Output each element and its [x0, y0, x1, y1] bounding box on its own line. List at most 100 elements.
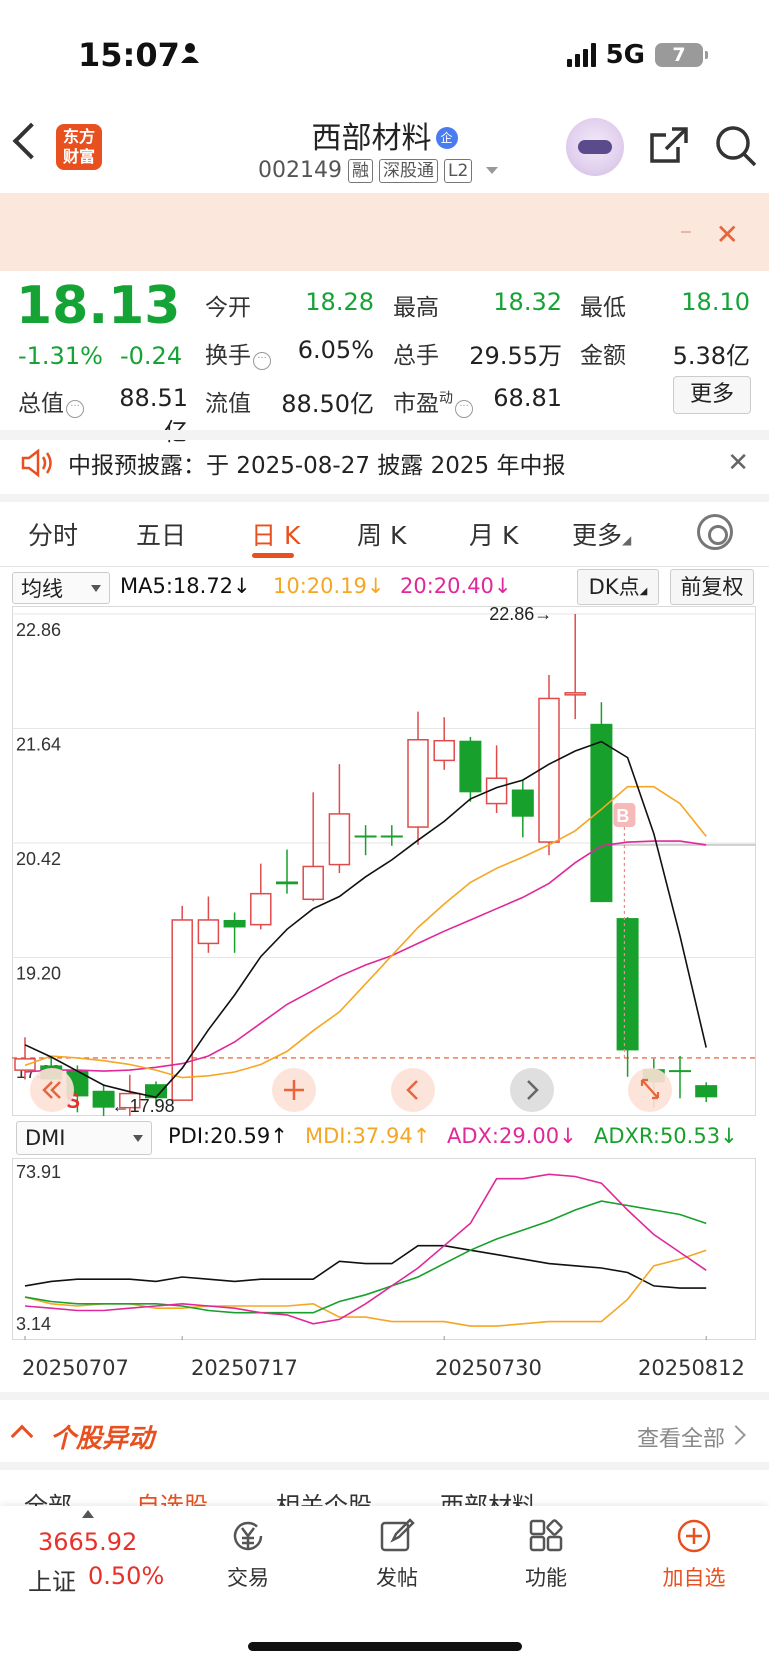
mdi-line	[24, 1249, 707, 1327]
chevron-up-icon[interactable]	[10, 1424, 34, 1448]
ma20-legend: 20:20.40↓	[400, 574, 512, 598]
x-date-1: 20250707	[22, 1356, 129, 1380]
candle-body	[250, 892, 272, 926]
close-icon[interactable]: ✕	[727, 448, 749, 478]
ma10-legend: 10:20.19↓	[273, 574, 385, 598]
pdi-legend: PDI:20.59↑	[168, 1124, 288, 1148]
kline-chart[interactable]: 22.8621.6420.4219.2017.9822.86→←17.98SB	[12, 606, 756, 1116]
grid-icon	[528, 1518, 564, 1554]
high-value: 18.32	[493, 288, 562, 316]
yuan-icon	[230, 1518, 266, 1554]
dk-point-button[interactable]: DK点◢	[577, 569, 659, 605]
info-icon[interactable]: ···	[253, 352, 271, 370]
speaker-icon	[20, 448, 54, 478]
banner-dash	[681, 231, 691, 233]
notice-text: 中报预披露：于 2025-08-27 披露 2025 年中报	[68, 453, 566, 479]
next-button	[510, 1068, 554, 1112]
high-label: 最高	[393, 295, 439, 321]
index-change[interactable]: 0.50%	[88, 1562, 164, 1590]
tab-weekly-k[interactable]: 周 K	[357, 516, 406, 552]
y-tick-label: 3.14	[16, 1314, 51, 1334]
tab-daily-k[interactable]: 日 K	[251, 516, 300, 552]
tab-monthly-k[interactable]: 月 K	[469, 516, 518, 552]
candle-body	[459, 740, 482, 793]
candle-body	[380, 835, 403, 838]
chevron-down-icon	[133, 1134, 143, 1142]
tab-more[interactable]: 更多◢	[572, 516, 631, 552]
status-right: 5G 7	[566, 40, 708, 70]
candle-body	[407, 739, 429, 828]
candle-body	[354, 835, 377, 838]
candle-body	[590, 723, 613, 903]
pe-sup: 动	[439, 390, 453, 407]
gear-icon[interactable]	[697, 514, 733, 550]
chevron-right-icon[interactable]	[726, 1425, 746, 1445]
open-value: 18.28	[305, 288, 374, 316]
nav-functions[interactable]: 功能	[496, 1518, 596, 1592]
home-indicator	[248, 1642, 522, 1651]
open-label: 今开	[205, 295, 251, 321]
x-date-2: 20250717	[191, 1356, 298, 1380]
view-all-link[interactable]: 查看全部	[637, 1421, 725, 1453]
dmi-chart[interactable]: 73.91 3.14	[12, 1158, 756, 1340]
more-button[interactable]: 更多	[673, 376, 751, 414]
chevron-down-icon	[486, 167, 499, 174]
tag-level2: L2	[443, 158, 473, 183]
candle-body	[171, 919, 193, 1101]
dmi-select[interactable]: DMI	[16, 1121, 152, 1155]
tab-five-day[interactable]: 五日	[136, 516, 186, 552]
pe-label: 市盈动···	[393, 384, 473, 418]
chart-frame	[12, 1158, 756, 1340]
divider	[0, 494, 769, 502]
chevron-up-icon[interactable]	[82, 1510, 94, 1518]
info-icon[interactable]: ···	[66, 400, 84, 418]
assistant-avatar[interactable]	[566, 118, 624, 176]
candle-body	[276, 881, 298, 885]
volume-value: 29.55万	[469, 342, 562, 370]
low-label: 最低	[580, 295, 626, 321]
nav-add-watchlist[interactable]: 加自选	[644, 1518, 744, 1592]
close-icon[interactable]: ✕	[716, 218, 739, 251]
pe-value: 68.81	[493, 384, 562, 412]
candle-body	[669, 1070, 691, 1073]
change-percent: -1.31%	[18, 342, 103, 370]
adx-legend: ADX:29.00↓	[447, 1124, 577, 1148]
buy-marker: B	[616, 806, 629, 826]
adjust-button[interactable]: 前复权	[670, 569, 754, 605]
person-icon	[180, 42, 200, 64]
nav-post[interactable]: 发帖	[347, 1518, 447, 1592]
volume-label: 总手	[393, 343, 439, 369]
share-icon[interactable]	[648, 125, 690, 167]
stock-code-row[interactable]: 002149 融 深股通 L2	[258, 158, 499, 183]
index-value[interactable]: 3665.92	[38, 1528, 137, 1556]
indicator-select[interactable]: 均线	[12, 572, 110, 604]
divider	[0, 430, 769, 440]
nav-trade[interactable]: 交易	[198, 1518, 298, 1592]
search-icon[interactable]	[714, 124, 758, 168]
candle-body	[564, 692, 586, 696]
last-price: 18.13	[16, 276, 181, 336]
edit-icon	[379, 1518, 415, 1554]
candle-body	[328, 813, 351, 866]
candle-body	[14, 1058, 36, 1071]
x-date-3: 20250730	[435, 1356, 542, 1380]
amount-value: 5.38亿	[672, 342, 750, 370]
y-tick-label: 73.91	[16, 1162, 61, 1182]
mdi-legend: MDI:37.94↑	[305, 1124, 431, 1148]
active-tab-indicator	[252, 553, 294, 558]
market-cap-label: 总值 ···	[18, 384, 84, 418]
adx-line	[24, 1200, 707, 1314]
info-icon[interactable]: ···	[455, 400, 473, 418]
promo-banner[interactable]	[0, 193, 769, 271]
candle-body	[433, 739, 455, 762]
notice-bar[interactable]: 中报预披露：于 2025-08-27 披露 2025 年中报	[20, 446, 565, 480]
candle-body	[538, 697, 560, 843]
chevron-down-icon	[91, 584, 101, 592]
tag-shenzhen-connect: 深股通	[378, 158, 438, 183]
turnover-value: 6.05%	[297, 336, 374, 364]
float-cap-label: 流值	[205, 391, 251, 417]
index-name[interactable]: 上证	[28, 1562, 76, 1597]
low-value: 18.10	[681, 288, 750, 316]
status-time: 15:07	[78, 36, 180, 74]
tab-intraday[interactable]: 分时	[28, 516, 78, 552]
